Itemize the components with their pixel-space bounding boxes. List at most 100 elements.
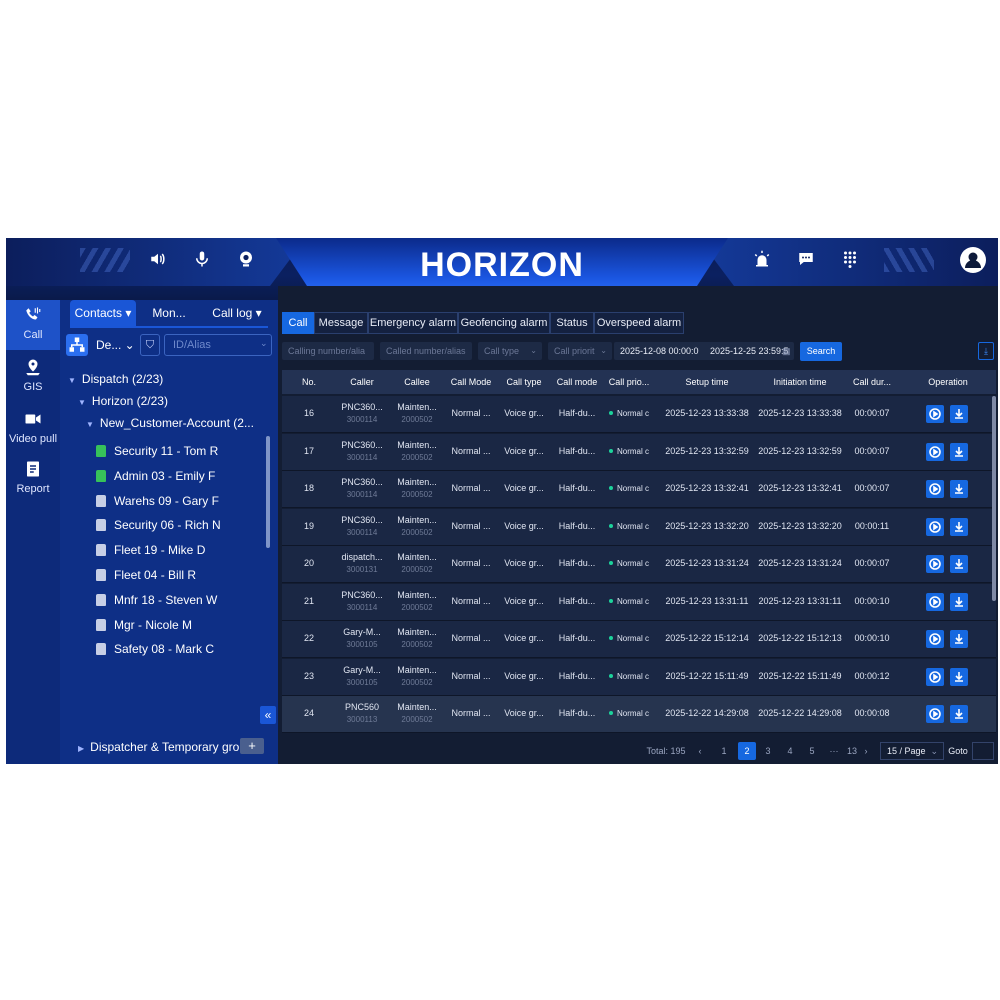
tab-status[interactable]: Status <box>550 312 594 334</box>
dispatcher-group-node[interactable]: ▶ Dispatcher & Temporary group <box>78 740 253 754</box>
webcam-icon[interactable] <box>236 250 256 270</box>
tab-geofencing-alarm[interactable]: Geofencing alarm <box>458 312 550 334</box>
page-number-button[interactable]: 2 <box>738 742 756 760</box>
page-number-button[interactable]: 4 <box>782 742 798 760</box>
tree-label-dispatch: Dispatch (2/23) <box>81 372 164 386</box>
download-recording-icon[interactable] <box>950 667 968 686</box>
table-row[interactable]: 19 PNC360... 3000114 Mainten... 2000502 Norma… <box>282 508 996 546</box>
export-icon[interactable]: ⤓ <box>978 342 994 360</box>
priority-dot-icon <box>608 673 613 678</box>
play-recording-icon[interactable] <box>926 517 944 536</box>
page-number-button[interactable]: 13 <box>844 742 860 760</box>
called-number-input[interactable]: Called number/alias <box>380 342 472 360</box>
contact-name: Mgr - Nicole M <box>114 617 193 632</box>
play-recording-icon[interactable] <box>926 405 944 423</box>
add-group-button[interactable]: + <box>240 738 264 754</box>
page-number-button[interactable]: 3 <box>760 742 776 760</box>
play-recording-icon[interactable] <box>926 555 944 573</box>
contact-item[interactable]: Safety 08 - Mark C <box>96 640 214 658</box>
cell-priority: Normal c <box>616 409 649 418</box>
nav-item-call[interactable]: Call <box>6 300 60 350</box>
page-number-button[interactable]: 1 <box>716 742 732 760</box>
table-row[interactable]: 22 Gary-M... 3000105 Mainten... 2000502 Norma… <box>282 621 996 658</box>
table-row[interactable]: 23 Gary-M... 3000105 Mainten... 2000502 Norma… <box>282 658 996 696</box>
play-recording-icon[interactable] <box>926 667 944 686</box>
call-priority-select[interactable]: Call priorit ⌄ <box>548 342 612 360</box>
user-avatar-icon[interactable] <box>960 247 986 273</box>
download-recording-icon[interactable] <box>950 480 968 498</box>
download-recording-icon[interactable] <box>950 405 968 423</box>
page-number-button[interactable]: 5 <box>804 742 820 760</box>
download-recording-icon[interactable] <box>950 705 968 723</box>
play-recording-icon[interactable] <box>926 442 944 461</box>
nav-item-report[interactable]: Report <box>6 454 60 504</box>
table-row[interactable]: 24 PNC560 3000113 Mainten... 2000502 Normal .… <box>282 696 996 733</box>
alarm-icon[interactable] <box>752 250 772 270</box>
download-recording-icon[interactable] <box>950 630 968 648</box>
date-range-picker[interactable]: 2025-12-08 00:00:0 2025-12-25 23:59:5 ▦ <box>614 342 794 360</box>
contact-item[interactable]: Mgr - Nicole M <box>96 616 192 634</box>
goto-page-input[interactable] <box>972 742 994 760</box>
play-recording-icon[interactable] <box>926 705 944 723</box>
cell-no: 18 <box>303 483 314 493</box>
contact-name: Safety 08 - Mark C <box>114 642 215 657</box>
contact-item[interactable]: Fleet 19 - Mike D <box>96 541 205 559</box>
cell-duration: 00:00:08 <box>854 708 890 718</box>
tree-node-horizon[interactable]: ▼ Horizon (2/23) <box>78 394 168 408</box>
download-recording-icon[interactable] <box>950 517 968 536</box>
tree-node-dispatch[interactable]: ▼ Dispatch (2/23) <box>68 372 163 386</box>
download-recording-icon[interactable] <box>950 442 968 461</box>
download-recording-icon[interactable] <box>950 555 968 573</box>
next-page-button[interactable]: › <box>860 742 872 760</box>
tab-call-log[interactable]: Call log ▾ <box>206 300 268 326</box>
header-decoration-stripes <box>884 248 934 272</box>
cell-callee: Mainten... <box>397 664 437 675</box>
page-number-button[interactable]: ··· <box>826 742 842 760</box>
contact-item[interactable]: Security 06 - Rich N <box>96 516 221 534</box>
cell-call-mode: Normal ... <box>451 558 491 568</box>
tab-monitor[interactable]: Mon... <box>146 300 192 326</box>
tab-message[interactable]: Message <box>314 312 368 334</box>
table-row[interactable]: 17 PNC360... 3000114 Mainten... 2000502 Norma… <box>282 433 996 471</box>
cell-caller: Gary-M... <box>343 664 381 675</box>
call-type-select[interactable]: Call type ⌄ <box>478 342 542 360</box>
dialpad-icon[interactable] <box>840 250 860 270</box>
contact-item[interactable]: Fleet 04 - Bill R <box>96 566 196 584</box>
calling-number-input[interactable]: Calling number/alia <box>282 342 374 360</box>
contacts-scrollbar[interactable] <box>266 436 270 548</box>
table-row[interactable]: 16 PNC360... 3000114 Mainten... 2000502 Norma… <box>282 396 996 433</box>
tab-contacts[interactable]: Contacts ▾ <box>70 300 136 326</box>
table-row[interactable]: 21 PNC360... 3000114 Mainten... 2000502 Norma… <box>282 583 996 621</box>
tree-node-account[interactable]: ▼ New_Customer-Account (2... <box>86 416 254 430</box>
filter-icon[interactable]: ⛉ <box>140 334 160 356</box>
table-scrollbar[interactable] <box>992 396 996 601</box>
prev-page-button[interactable]: ‹ <box>694 742 706 760</box>
search-button[interactable]: Search <box>800 342 842 361</box>
page-size-select[interactable]: 15 / Page ⌄ <box>880 742 944 760</box>
nav-item-gis[interactable]: GIS <box>6 352 60 402</box>
contact-item[interactable]: Admin 03 - Emily F <box>96 467 215 485</box>
collapse-panel-button[interactable]: « <box>260 706 276 724</box>
contact-item[interactable]: Security 11 - Tom R <box>96 442 218 460</box>
cell-call-mode: Normal ... <box>451 445 491 456</box>
speaker-icon[interactable] <box>148 250 168 270</box>
play-recording-icon[interactable] <box>926 592 944 611</box>
tab-call[interactable]: Call <box>282 312 314 334</box>
cell-caller: PNC360... <box>341 402 383 412</box>
play-recording-icon[interactable] <box>926 630 944 648</box>
tab-emergency-alarm[interactable]: Emergency alarm <box>368 312 458 334</box>
play-recording-icon[interactable] <box>926 480 944 498</box>
download-recording-icon[interactable] <box>950 592 968 611</box>
table-row[interactable]: 20 dispatch... 3000131 Mainten... 2000502 Nor… <box>282 546 996 583</box>
microphone-icon[interactable] <box>192 250 212 270</box>
department-dropdown[interactable]: De... ⌄ <box>96 334 135 356</box>
contact-item[interactable]: Warehs 09 - Gary F <box>96 492 219 510</box>
nav-item-video-pull[interactable]: Video pull <box>6 404 60 454</box>
id-alias-search-input[interactable]: ID/Alias <box>164 334 272 356</box>
message-icon[interactable] <box>796 250 816 270</box>
contact-item[interactable]: Mnfr 18 - Steven W <box>96 591 217 609</box>
organization-icon[interactable] <box>66 334 88 356</box>
tab-overspeed-alarm[interactable]: Overspeed alarm <box>594 312 684 334</box>
cell-no: 20 <box>303 558 314 568</box>
table-row[interactable]: 18 PNC360... 3000114 Mainten... 2000502 Norma… <box>282 471 996 508</box>
